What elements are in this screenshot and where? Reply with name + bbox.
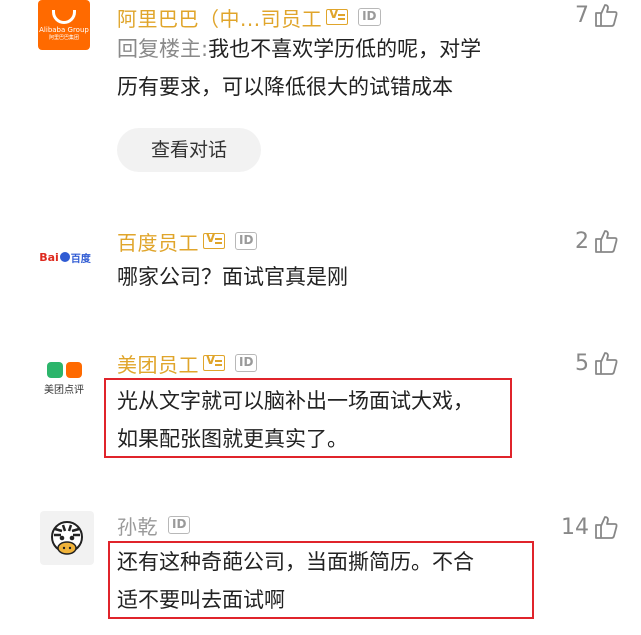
id-badge: ID: [168, 516, 191, 534]
baidu-logo-avatar[interactable]: Bai 百度: [38, 230, 92, 284]
username[interactable]: 美团员工: [117, 349, 199, 378]
logo-wordmark: Bai: [39, 250, 59, 264]
like-count: 5: [575, 350, 589, 376]
logo-cn-text: 百度: [70, 253, 91, 265]
comment-text-line: 还有这种奇葩公司，当面撕简历。不合: [117, 550, 474, 574]
reply-prefix: 回复楼主:: [117, 37, 209, 61]
id-badge: ID: [235, 232, 258, 250]
comment-text-line: 哪家公司？面试官真是刚: [117, 265, 348, 289]
like-count: 7: [575, 2, 589, 28]
comment-text: 哪家公司？面试官真是刚: [117, 258, 348, 296]
comment-header: 阿里巴巴（中...司员工 ID: [117, 2, 381, 32]
meituan-green-icon: [46, 362, 63, 378]
view-conversation-button[interactable]: 查看对话: [117, 128, 261, 172]
comment-text-line: 适不要叫去面试啊: [117, 588, 285, 612]
verified-employee-icon: [203, 231, 225, 249]
comment-text-line: 光从文字就可以脑补出一场面试大戏，: [117, 389, 474, 413]
logo-wordmark: Alibaba Group: [39, 25, 89, 34]
like-count: 2: [575, 228, 589, 254]
id-badge: ID: [235, 354, 258, 372]
alibaba-logo-avatar[interactable]: Alibaba Group 阿里巴巴集团: [38, 0, 90, 50]
comment-header: 百度员工 ID: [117, 226, 258, 256]
alibaba-smile-icon: [52, 9, 76, 24]
id-badge: ID: [358, 8, 381, 26]
verified-employee-icon: [203, 353, 225, 371]
zebra-avatar[interactable]: [40, 511, 94, 565]
dianping-orange-icon: [65, 362, 82, 378]
meituan-app-icons: [46, 362, 82, 378]
thumbs-up-icon: [595, 4, 618, 27]
username[interactable]: 百度员工: [117, 227, 199, 256]
comment-text: 还有这种奇葩公司，当面撕简历。不合 适不要叫去面试啊: [117, 543, 474, 619]
comment-text: 回复楼主:我也不喜欢学历低的呢，对学 历有要求，可以降低很大的试错成本: [117, 30, 481, 106]
like-button[interactable]: 7: [575, 2, 619, 28]
like-count: 14: [561, 514, 589, 540]
verified-employee-icon: [326, 7, 349, 25]
zebra-face-icon: [51, 521, 83, 555]
like-button[interactable]: 5: [575, 350, 619, 376]
logo-wordmark: 美团点评: [44, 385, 84, 396]
comment-text-line: 我也不喜欢学历低的呢，对学: [208, 37, 482, 61]
comment-header: 孙乾 ID: [117, 510, 191, 540]
like-button[interactable]: 2: [575, 228, 619, 254]
meituan-logo-avatar[interactable]: 美团点评: [34, 352, 94, 406]
username[interactable]: 孙乾: [117, 511, 158, 540]
comment-text: 光从文字就可以脑补出一场面试大戏， 如果配张图就更真实了。: [117, 382, 474, 458]
like-button[interactable]: 14: [561, 514, 619, 540]
thumbs-up-icon: [595, 516, 618, 539]
baidu-paw-icon: [59, 252, 70, 262]
thumbs-up-icon: [595, 230, 618, 253]
comment-header: 美团员工 ID: [117, 348, 258, 378]
comment-text-line: 如果配张图就更真实了。: [117, 427, 348, 451]
comment-text-line: 历有要求，可以降低很大的试错成本: [117, 75, 453, 99]
logo-cn-text: 阿里巴巴集团: [48, 34, 79, 41]
thumbs-up-icon: [595, 352, 618, 375]
username[interactable]: 阿里巴巴（中...司员工: [117, 3, 322, 32]
